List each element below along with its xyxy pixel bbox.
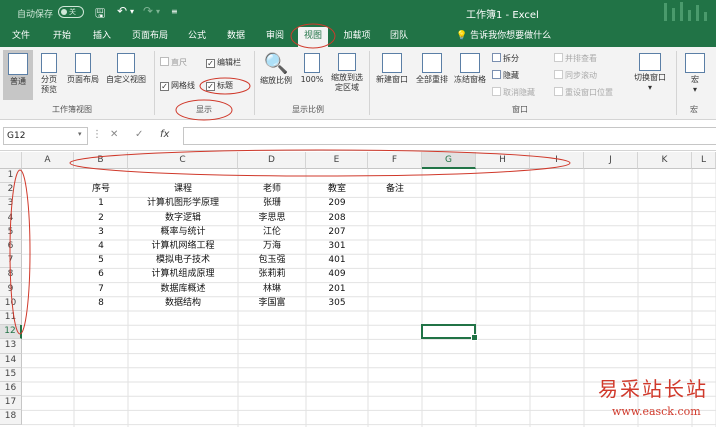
show-group-annotation (175, 99, 233, 121)
headings-annotation (199, 77, 251, 95)
column-headers-annotation (69, 149, 571, 177)
watermark-url: www.easck.com (612, 405, 701, 418)
row-headers-annotation (9, 169, 31, 335)
annotation-layer (9, 23, 571, 335)
watermark-title: 易采站长站 (598, 377, 708, 401)
view-tab-annotation (290, 23, 336, 49)
